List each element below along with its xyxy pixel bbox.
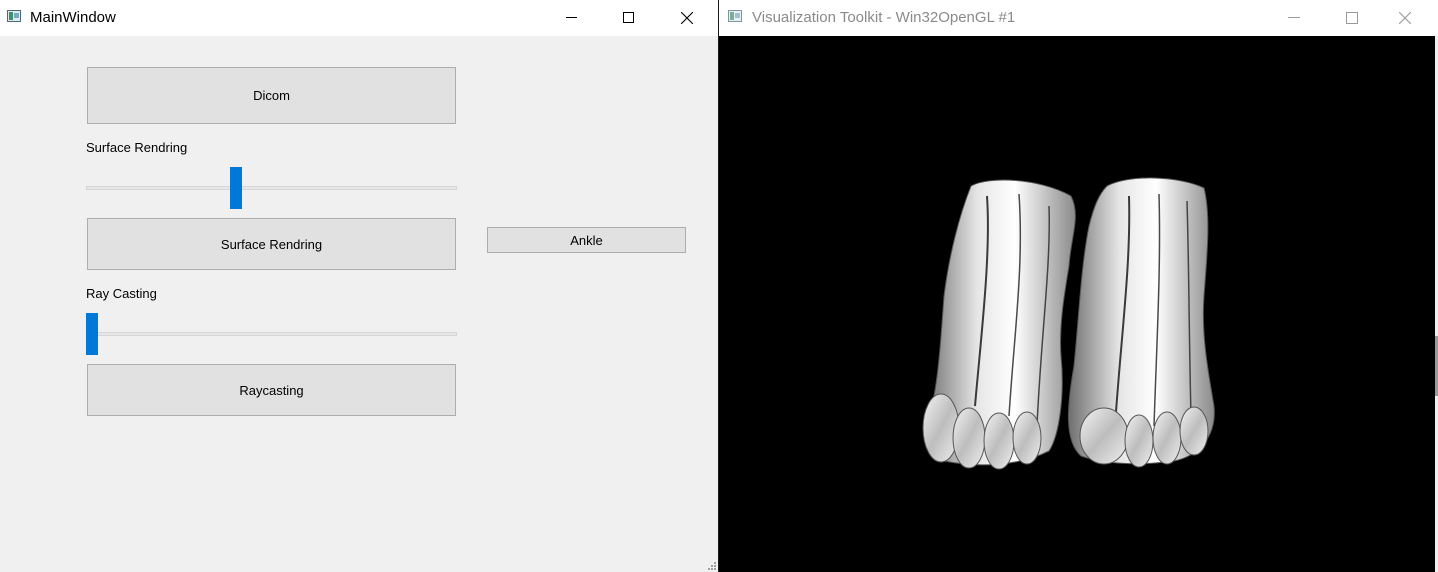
surface-rendering-slider[interactable] [86,167,457,211]
feet-surface-render [922,177,1215,470]
maximize-icon [623,12,634,23]
main-window: MainWindow Dicom Surface Rendring Surfac… [0,0,718,572]
vtk-window-title: Visualization Toolkit - Win32OpenGL #1 [752,9,1016,26]
window-title: MainWindow [30,9,116,26]
slider-handle[interactable] [230,167,242,209]
right-foot-render [1068,177,1215,468]
minimize-button[interactable] [549,0,595,36]
render-viewport[interactable] [719,36,1435,572]
minimize-icon [1288,17,1300,18]
vtk-render-window: Visualization Toolkit - Win32OpenGL #1 [719,0,1438,572]
close-button[interactable] [664,0,710,36]
maximize-button[interactable] [606,0,652,36]
title-bar[interactable]: MainWindow [0,0,718,36]
surface-rendering-button[interactable]: Surface Rendring [87,218,456,270]
vtk-minimize-button[interactable] [1271,0,1317,36]
ray-casting-slider[interactable] [86,313,457,357]
vtk-maximize-button[interactable] [1329,0,1375,36]
ray-casting-label: Ray Casting [86,286,157,301]
app-icon [7,10,21,22]
minimize-icon [566,17,577,18]
close-icon [1399,12,1411,24]
slider-groove [86,332,457,336]
slider-handle[interactable] [86,313,98,355]
close-icon [681,12,693,24]
surface-rendering-label: Surface Rendring [86,140,188,155]
maximize-icon [1346,12,1358,24]
slider-groove [86,186,457,190]
dicom-button[interactable]: Dicom [87,67,456,124]
client-area: Dicom Surface Rendring Surface Rendring … [0,36,718,572]
raycasting-button[interactable]: Raycasting [87,364,456,416]
ankle-button[interactable]: Ankle [487,227,686,253]
vtk-close-button[interactable] [1382,0,1428,36]
resize-grip[interactable] [708,562,716,570]
vtk-title-bar[interactable]: Visualization Toolkit - Win32OpenGL #1 [719,0,1438,36]
left-foot-render [922,179,1076,470]
app-icon [728,10,742,22]
